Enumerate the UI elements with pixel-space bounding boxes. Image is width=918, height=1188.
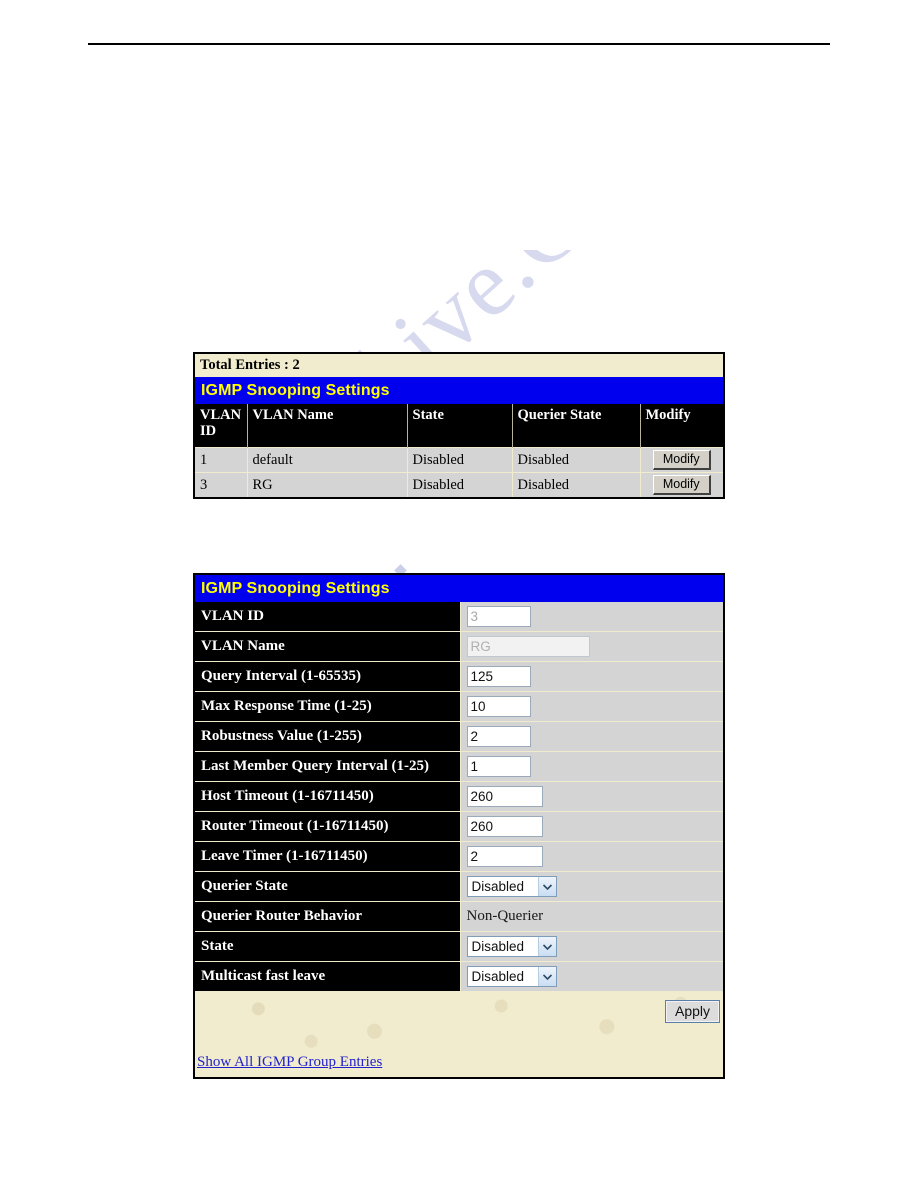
form-row-last-member-query-interval: Last Member Query Interval (1-25) — [195, 751, 724, 782]
leave-timer-input[interactable] — [466, 846, 543, 867]
value-querier-router-behavior: Non-Querier — [460, 901, 724, 932]
value-router-timeout — [460, 811, 724, 842]
cell-modify: Modify — [640, 447, 724, 473]
state-selected-value: Disabled — [471, 939, 525, 954]
value-query-interval — [460, 661, 724, 692]
cell-querier-state: Disabled — [512, 447, 641, 473]
show-all-igmp-group-entries-link[interactable]: Show All IGMP Group Entries — [197, 1054, 382, 1070]
label-robustness-value: Robustness Value (1-255) — [195, 721, 461, 752]
form-row-router-timeout: Router Timeout (1-16711450) — [195, 811, 724, 842]
form-row-leave-timer: Leave Timer (1-16711450) — [195, 841, 724, 872]
form-row-query-interval: Query Interval (1-65535) — [195, 661, 724, 692]
label-leave-timer: Leave Timer (1-16711450) — [195, 841, 461, 872]
igmp-snooping-form-table: IGMP Snooping Settings VLAN ID VLAN Name… — [195, 575, 724, 1077]
label-host-timeout: Host Timeout (1-16711450) — [195, 781, 461, 812]
modify-button[interactable]: Modify — [652, 450, 711, 470]
query-interval-input[interactable] — [466, 666, 531, 687]
cell-state: Disabled — [407, 472, 513, 497]
label-vlan-name: VLAN Name — [195, 631, 461, 662]
cell-vlan-name: RG — [247, 472, 408, 497]
form-row-vlan-name: VLAN Name — [195, 631, 724, 662]
form-row-robustness-value: Robustness Value (1-255) — [195, 721, 724, 752]
apply-button[interactable]: Apply — [664, 1000, 721, 1023]
igmp-snooping-list-table: Total Entries : 2 IGMP Snooping Settings… — [195, 354, 724, 497]
value-vlan-name — [460, 631, 724, 662]
value-querier-state: Disabled — [460, 871, 724, 902]
cell-vlan-id: 1 — [195, 447, 248, 473]
table-row: 3 RG Disabled Disabled Modify — [195, 472, 724, 497]
label-querier-state: Querier State — [195, 871, 461, 902]
form-row-querier-state: Querier State Disabled — [195, 871, 724, 902]
value-vlan-id — [460, 602, 724, 632]
querier-state-selected-value: Disabled — [471, 879, 525, 894]
querier-state-select[interactable]: Disabled — [466, 876, 557, 897]
form-footer: Apply — [195, 991, 724, 1048]
column-header-modify: Modify — [640, 404, 724, 448]
chevron-down-icon — [537, 877, 556, 896]
max-response-time-input[interactable] — [466, 696, 531, 717]
form-row-vlan-id: VLAN ID — [195, 602, 724, 632]
column-header-vlan-name: VLAN Name — [247, 404, 408, 448]
chevron-down-icon — [537, 937, 556, 956]
form-row-querier-router-behavior: Querier Router Behavior Non-Querier — [195, 901, 724, 932]
page-header-rule — [88, 43, 830, 45]
vlan-name-input[interactable] — [466, 636, 590, 657]
state-select[interactable]: Disabled — [466, 936, 557, 957]
footer-texture — [195, 992, 724, 1048]
robustness-value-input[interactable] — [466, 726, 531, 747]
form-links: Show All IGMP Group Entries — [195, 1048, 724, 1077]
form-row-host-timeout: Host Timeout (1-16711450) — [195, 781, 724, 812]
cell-querier-state: Disabled — [512, 472, 641, 497]
list-panel-title: IGMP Snooping Settings — [195, 377, 724, 404]
total-entries-label: Total Entries : 2 — [195, 354, 724, 377]
igmp-snooping-form-panel: IGMP Snooping Settings VLAN ID VLAN Name… — [193, 573, 725, 1079]
form-row-multicast-fast-leave: Multicast fast leave Disabled — [195, 961, 724, 992]
multicast-fast-leave-select[interactable]: Disabled — [466, 966, 557, 987]
host-timeout-input[interactable] — [466, 786, 543, 807]
value-max-response-time — [460, 691, 724, 722]
router-timeout-input[interactable] — [466, 816, 543, 837]
list-header-row: VLAN ID VLAN Name State Querier State Mo… — [195, 404, 724, 448]
table-row: 1 default Disabled Disabled Modify — [195, 447, 724, 473]
value-multicast-fast-leave: Disabled — [460, 961, 724, 992]
form-row-state: State Disabled — [195, 931, 724, 962]
column-header-state: State — [407, 404, 513, 448]
form-panel-title: IGMP Snooping Settings — [195, 575, 724, 602]
label-router-timeout: Router Timeout (1-16711450) — [195, 811, 461, 842]
value-last-member-query-interval — [460, 751, 724, 782]
cell-vlan-name: default — [247, 447, 408, 473]
cell-state: Disabled — [407, 447, 513, 473]
value-robustness-value — [460, 721, 724, 752]
cell-vlan-id: 3 — [195, 472, 248, 497]
form-row-max-response-time: Max Response Time (1-25) — [195, 691, 724, 722]
label-max-response-time: Max Response Time (1-25) — [195, 691, 461, 722]
value-host-timeout — [460, 781, 724, 812]
value-leave-timer — [460, 841, 724, 872]
last-member-query-interval-input[interactable] — [466, 756, 531, 777]
label-state: State — [195, 931, 461, 962]
multicast-fast-leave-selected-value: Disabled — [471, 969, 525, 984]
label-querier-router-behavior: Querier Router Behavior — [195, 901, 461, 932]
label-multicast-fast-leave: Multicast fast leave — [195, 961, 461, 992]
cell-modify: Modify — [640, 472, 724, 497]
vlan-id-input[interactable] — [466, 606, 531, 627]
label-query-interval: Query Interval (1-65535) — [195, 661, 461, 692]
column-header-querier-state: Querier State — [512, 404, 641, 448]
modify-button[interactable]: Modify — [652, 475, 711, 495]
chevron-down-icon — [537, 967, 556, 986]
label-vlan-id: VLAN ID — [195, 602, 461, 632]
column-header-vlan-id: VLAN ID — [195, 404, 248, 448]
label-last-member-query-interval: Last Member Query Interval (1-25) — [195, 751, 461, 782]
value-state: Disabled — [460, 931, 724, 962]
igmp-snooping-list-panel: Total Entries : 2 IGMP Snooping Settings… — [193, 352, 725, 499]
